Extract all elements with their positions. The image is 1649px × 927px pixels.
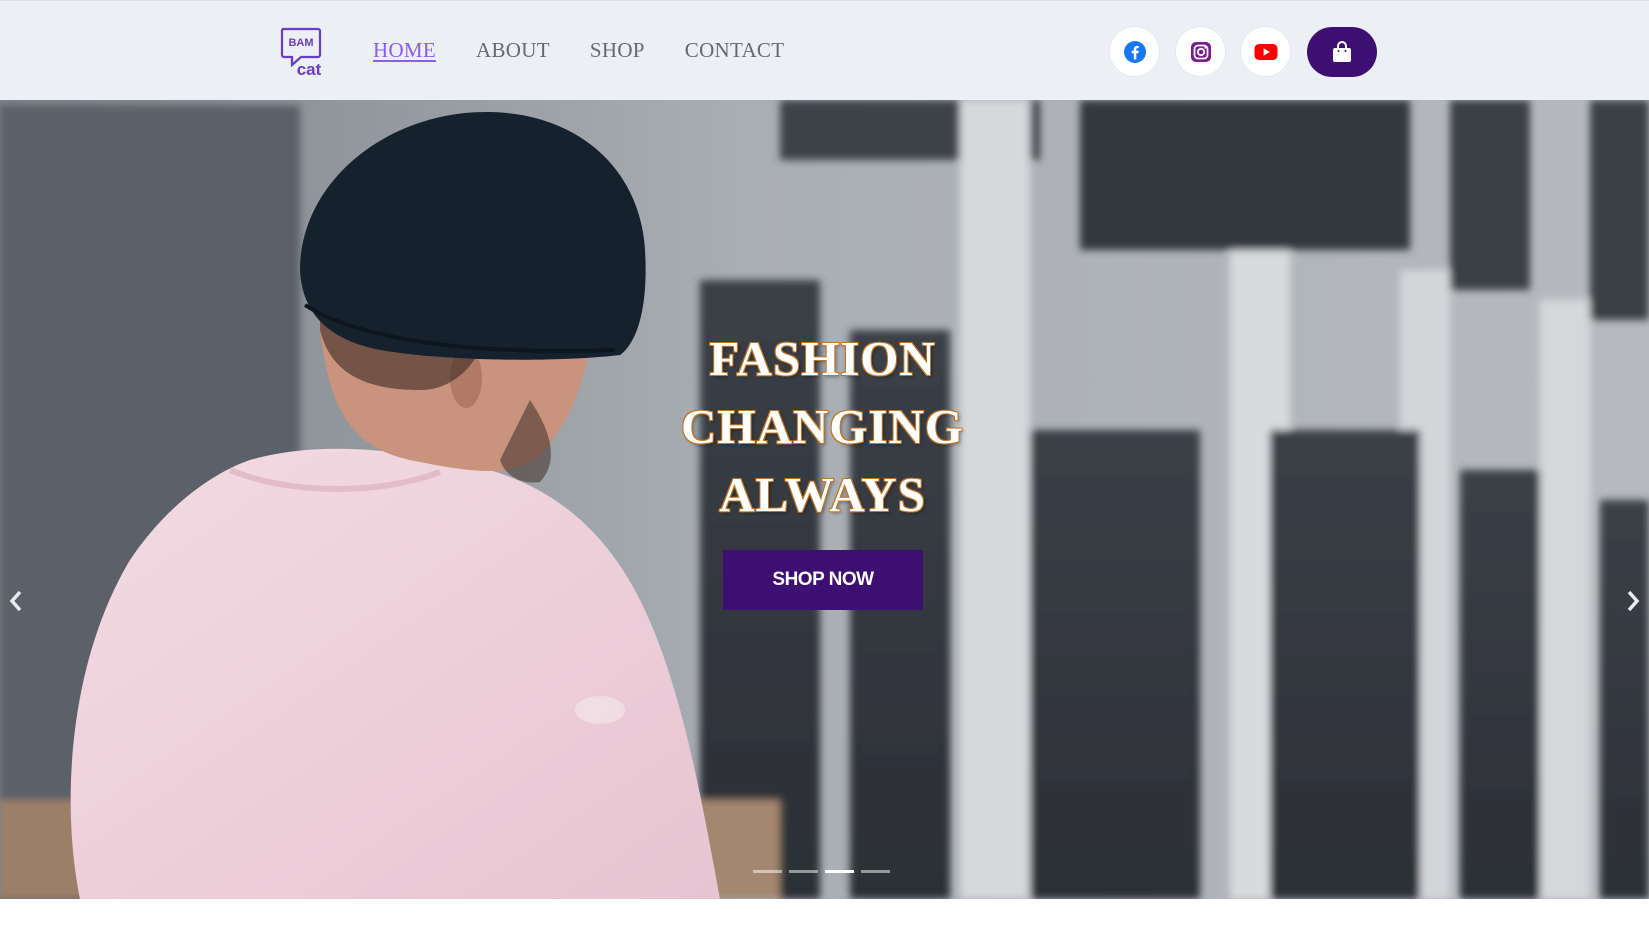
facebook-link[interactable] <box>1110 27 1159 76</box>
nav-link-home[interactable]: HOME <box>373 38 436 63</box>
shop-now-button[interactable]: SHOP NOW <box>723 550 923 610</box>
brand-logo[interactable]: BAM cat <box>279 27 323 79</box>
carousel-indicator-1[interactable] <box>753 870 782 873</box>
page-bottom-area <box>0 899 1649 927</box>
nav-link-shop[interactable]: SHOP <box>590 38 645 63</box>
youtube-icon <box>1254 43 1277 60</box>
facebook-icon <box>1123 40 1146 63</box>
instagram-icon <box>1190 41 1211 62</box>
hero-heading-line-2: CHANGING <box>681 399 964 454</box>
svg-text:cat: cat <box>297 60 322 79</box>
navbar: BAM cat HOME ABOUT SHOP CONTACT <box>0 0 1649 100</box>
hero-heading-line-1: FASHION <box>709 331 936 386</box>
carousel-indicator-2[interactable] <box>789 870 818 873</box>
carousel-indicator-3[interactable] <box>825 870 854 873</box>
nav-link-contact[interactable]: CONTACT <box>685 38 785 63</box>
youtube-link[interactable] <box>1241 27 1290 76</box>
carousel-next-button[interactable] <box>1621 586 1645 616</box>
main-nav: HOME ABOUT SHOP CONTACT <box>373 38 784 63</box>
hero-heading: FASHION CHANGING ALWAYS <box>650 325 995 529</box>
hero-heading-line-3: ALWAYS <box>719 467 926 522</box>
chevron-left-icon <box>9 590 22 612</box>
instagram-link[interactable] <box>1176 27 1225 76</box>
svg-text:BAM: BAM <box>288 37 313 49</box>
cart-button[interactable] <box>1307 27 1377 77</box>
shopping-bag-icon <box>1333 41 1351 62</box>
carousel-indicators <box>753 870 890 873</box>
nav-link-about[interactable]: ABOUT <box>476 38 550 63</box>
hero-carousel: FASHION CHANGING ALWAYS SHOP NOW <box>0 100 1649 899</box>
carousel-indicator-4[interactable] <box>861 870 890 873</box>
carousel-prev-button[interactable] <box>4 586 28 616</box>
chevron-right-icon <box>1627 590 1640 612</box>
